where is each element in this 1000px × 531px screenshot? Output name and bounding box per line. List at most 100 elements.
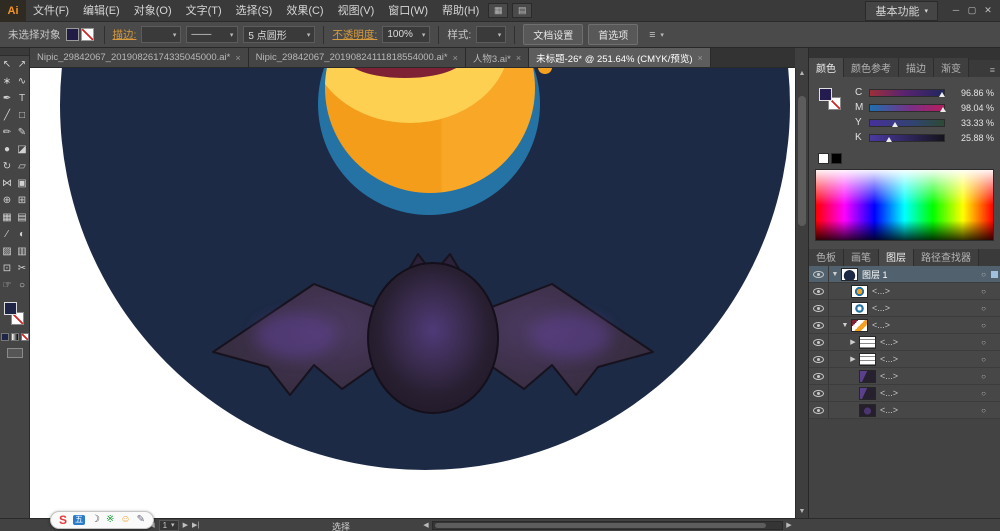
pencil-tool[interactable]: ✎ [15, 124, 30, 141]
style-select[interactable]: ▾ [476, 26, 507, 43]
layer-name[interactable]: <...> [880, 354, 976, 364]
document-tab-active[interactable]: 未标题-26* @ 251.64% (CMYK/预览) × [529, 48, 711, 67]
layer-row[interactable]: <...> ○ [809, 300, 1000, 317]
layer-row[interactable]: <...> ○ [809, 368, 1000, 385]
type-tool[interactable]: T [15, 90, 30, 107]
fill-swatch-icon[interactable] [819, 88, 832, 101]
symbol-sprayer-tool[interactable]: ▨ [0, 243, 15, 260]
close-icon[interactable]: × [698, 53, 703, 63]
yellow-slider[interactable] [869, 118, 945, 127]
panel-menu-icon[interactable]: ≡ [990, 65, 1000, 77]
minimize-button[interactable]: ─ [948, 5, 964, 16]
layer-thumbnail[interactable] [851, 318, 868, 332]
menu-view[interactable]: 视图(V) [331, 0, 382, 22]
stroke-panel-link[interactable]: 描边: [113, 27, 137, 42]
slider-marker[interactable] [886, 136, 893, 142]
layer-name[interactable]: <...> [872, 286, 976, 296]
cyan-value[interactable]: 96.86 % [950, 88, 994, 98]
blend-tool[interactable]: ◐ [15, 226, 30, 243]
gradient-swatch-icon[interactable] [10, 333, 19, 341]
selection-tool[interactable]: ↖ [0, 56, 15, 73]
layer-thumbnail[interactable] [859, 335, 876, 349]
layer-thumbnail[interactable] [859, 386, 876, 400]
panel-grip[interactable] [0, 48, 29, 56]
horizontal-scroll-thumb[interactable] [435, 522, 766, 528]
direct-selection-tool[interactable]: ↗ [15, 56, 30, 73]
lasso-tool[interactable]: ∿ [15, 73, 30, 90]
visibility-toggle[interactable] [809, 368, 829, 384]
vertical-scrollbar[interactable]: ▲ ▼ [795, 68, 808, 518]
fill-stroke-indicator[interactable] [818, 87, 846, 115]
layer-thumbnail[interactable] [851, 301, 868, 315]
layer-thumbnail[interactable] [859, 403, 876, 417]
close-icon[interactable]: × [453, 53, 458, 63]
white-swatch[interactable] [818, 153, 829, 164]
tab-layers[interactable]: 图层 [879, 247, 914, 266]
menu-type[interactable]: 文字(T) [179, 0, 229, 22]
artboard-canvas[interactable] [30, 68, 795, 518]
tab-stroke[interactable]: 描边 [899, 58, 934, 77]
menu-edit[interactable]: 编辑(E) [76, 0, 127, 22]
document-tab[interactable]: Nipic_29842067_20190826174335045000.ai* … [30, 48, 249, 67]
layer-name[interactable]: <...> [880, 405, 976, 415]
punctuation-icon[interactable]: ※ [106, 515, 114, 525]
layer-row[interactable]: ▶ <...> ○ [809, 334, 1000, 351]
visibility-toggle[interactable] [809, 283, 829, 299]
tab-gradient[interactable]: 渐变 [934, 58, 969, 77]
target-icon[interactable]: ○ [976, 321, 991, 330]
layer-row[interactable]: ▼ 图层 1 ○ [809, 266, 1000, 283]
eraser-tool[interactable]: ◪ [15, 141, 30, 158]
visibility-toggle[interactable] [809, 351, 829, 367]
black-slider[interactable] [869, 133, 945, 142]
width-tool[interactable]: ⋈ [0, 175, 15, 192]
workspace-switcher[interactable]: 基本功能 ▾ [865, 0, 938, 21]
perspective-grid-tool[interactable]: ⊞ [15, 192, 30, 209]
mesh-tool[interactable]: ▦ [0, 209, 15, 226]
expand-icon[interactable]: ▼ [839, 322, 851, 329]
pen-tool[interactable]: ✒ [0, 90, 15, 107]
blob-brush-tool[interactable]: ● [0, 141, 15, 158]
restore-button[interactable]: ▢ [964, 5, 980, 16]
yellow-value[interactable]: 33.33 % [950, 118, 994, 128]
gradient-tool[interactable]: ▤ [15, 209, 30, 226]
fill-swatch-icon[interactable] [4, 302, 17, 315]
fill-stroke-indicator[interactable] [0, 299, 29, 333]
eyedropper-tool[interactable]: ∕ [0, 226, 15, 243]
horizontal-scroll-track[interactable] [432, 520, 783, 530]
color-mode-icon[interactable] [0, 333, 9, 341]
menu-select[interactable]: 选择(S) [229, 0, 280, 22]
close-icon[interactable]: × [235, 53, 240, 63]
color-spectrum[interactable] [815, 169, 994, 241]
layer-name[interactable]: <...> [880, 371, 976, 381]
column-graph-tool[interactable]: ▥ [15, 243, 30, 260]
target-icon[interactable]: ○ [976, 406, 991, 415]
close-icon[interactable]: × [516, 53, 521, 63]
scroll-right-icon[interactable]: ▶ [783, 521, 795, 529]
black-swatch[interactable] [831, 153, 842, 164]
layer-name[interactable]: <...> [880, 337, 976, 347]
fill-stroke-swatches[interactable] [65, 26, 96, 44]
scroll-up-icon[interactable]: ▲ [796, 68, 808, 80]
vertical-scroll-thumb[interactable] [798, 96, 806, 226]
ime-toolbox-icon[interactable]: ✎ [137, 515, 145, 525]
target-icon[interactable]: ○ [976, 304, 991, 313]
arrange-documents-icon[interactable]: ▦ [488, 3, 509, 18]
menu-window[interactable]: 窗口(W) [381, 0, 435, 22]
layer-row[interactable]: ▼ <...> ○ [809, 317, 1000, 334]
slider-marker[interactable] [938, 91, 945, 97]
zoom-tool[interactable]: ○ [15, 277, 30, 294]
bat-creature-artwork[interactable] [30, 68, 795, 518]
expand-icon[interactable]: ▶ [847, 355, 859, 363]
menu-file[interactable]: 文件(F) [26, 0, 76, 22]
visibility-toggle[interactable] [809, 300, 829, 316]
visibility-toggle[interactable] [809, 402, 829, 418]
layer-row[interactable]: <...> ○ [809, 402, 1000, 419]
emoji-icon[interactable]: ☺ [120, 515, 130, 525]
artboard-number-select[interactable]: 1 ▾ [158, 519, 179, 531]
opacity-select[interactable]: 100% ▾ [382, 26, 431, 43]
input-mode-icon[interactable]: 五 [73, 515, 86, 525]
layer-name[interactable]: 图层 1 [862, 268, 976, 281]
tab-swatches[interactable]: 色板 [809, 247, 844, 266]
document-setup-button[interactable]: 文档设置 [523, 24, 584, 45]
screen-mode-button[interactable] [6, 348, 23, 358]
